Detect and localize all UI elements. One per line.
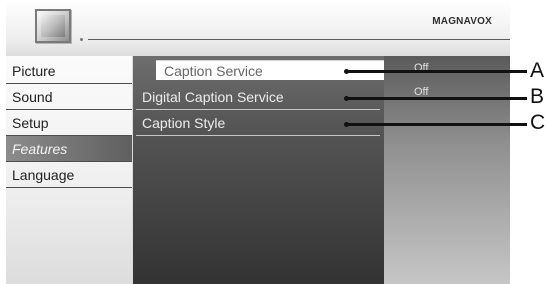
header-divider	[88, 39, 510, 40]
menu-header: MAGNAVOX	[6, 0, 510, 56]
callout-label-a: A	[530, 59, 545, 82]
caption-service-value: Off	[414, 62, 429, 74]
callout-line-a	[344, 69, 527, 74]
header-accent-dot	[80, 38, 83, 41]
menu-item-features[interactable]: Features	[6, 136, 132, 162]
brand-logo: MAGNAVOX	[432, 16, 492, 27]
menu-item-picture[interactable]: Picture	[6, 58, 132, 84]
value-panel	[384, 56, 510, 284]
tv-menu-screen: MAGNAVOX Picture Sound Setup Features La…	[6, 0, 510, 284]
callout-line-c	[344, 122, 527, 127]
callout-label-c: C	[530, 111, 546, 134]
menu-item-sound[interactable]: Sound	[6, 84, 132, 110]
callout-line-b	[344, 96, 527, 101]
menu-item-setup[interactable]: Setup	[6, 110, 132, 136]
callout-label-b: B	[530, 85, 545, 108]
television-icon	[35, 9, 71, 43]
menu-item-language[interactable]: Language	[6, 162, 132, 188]
